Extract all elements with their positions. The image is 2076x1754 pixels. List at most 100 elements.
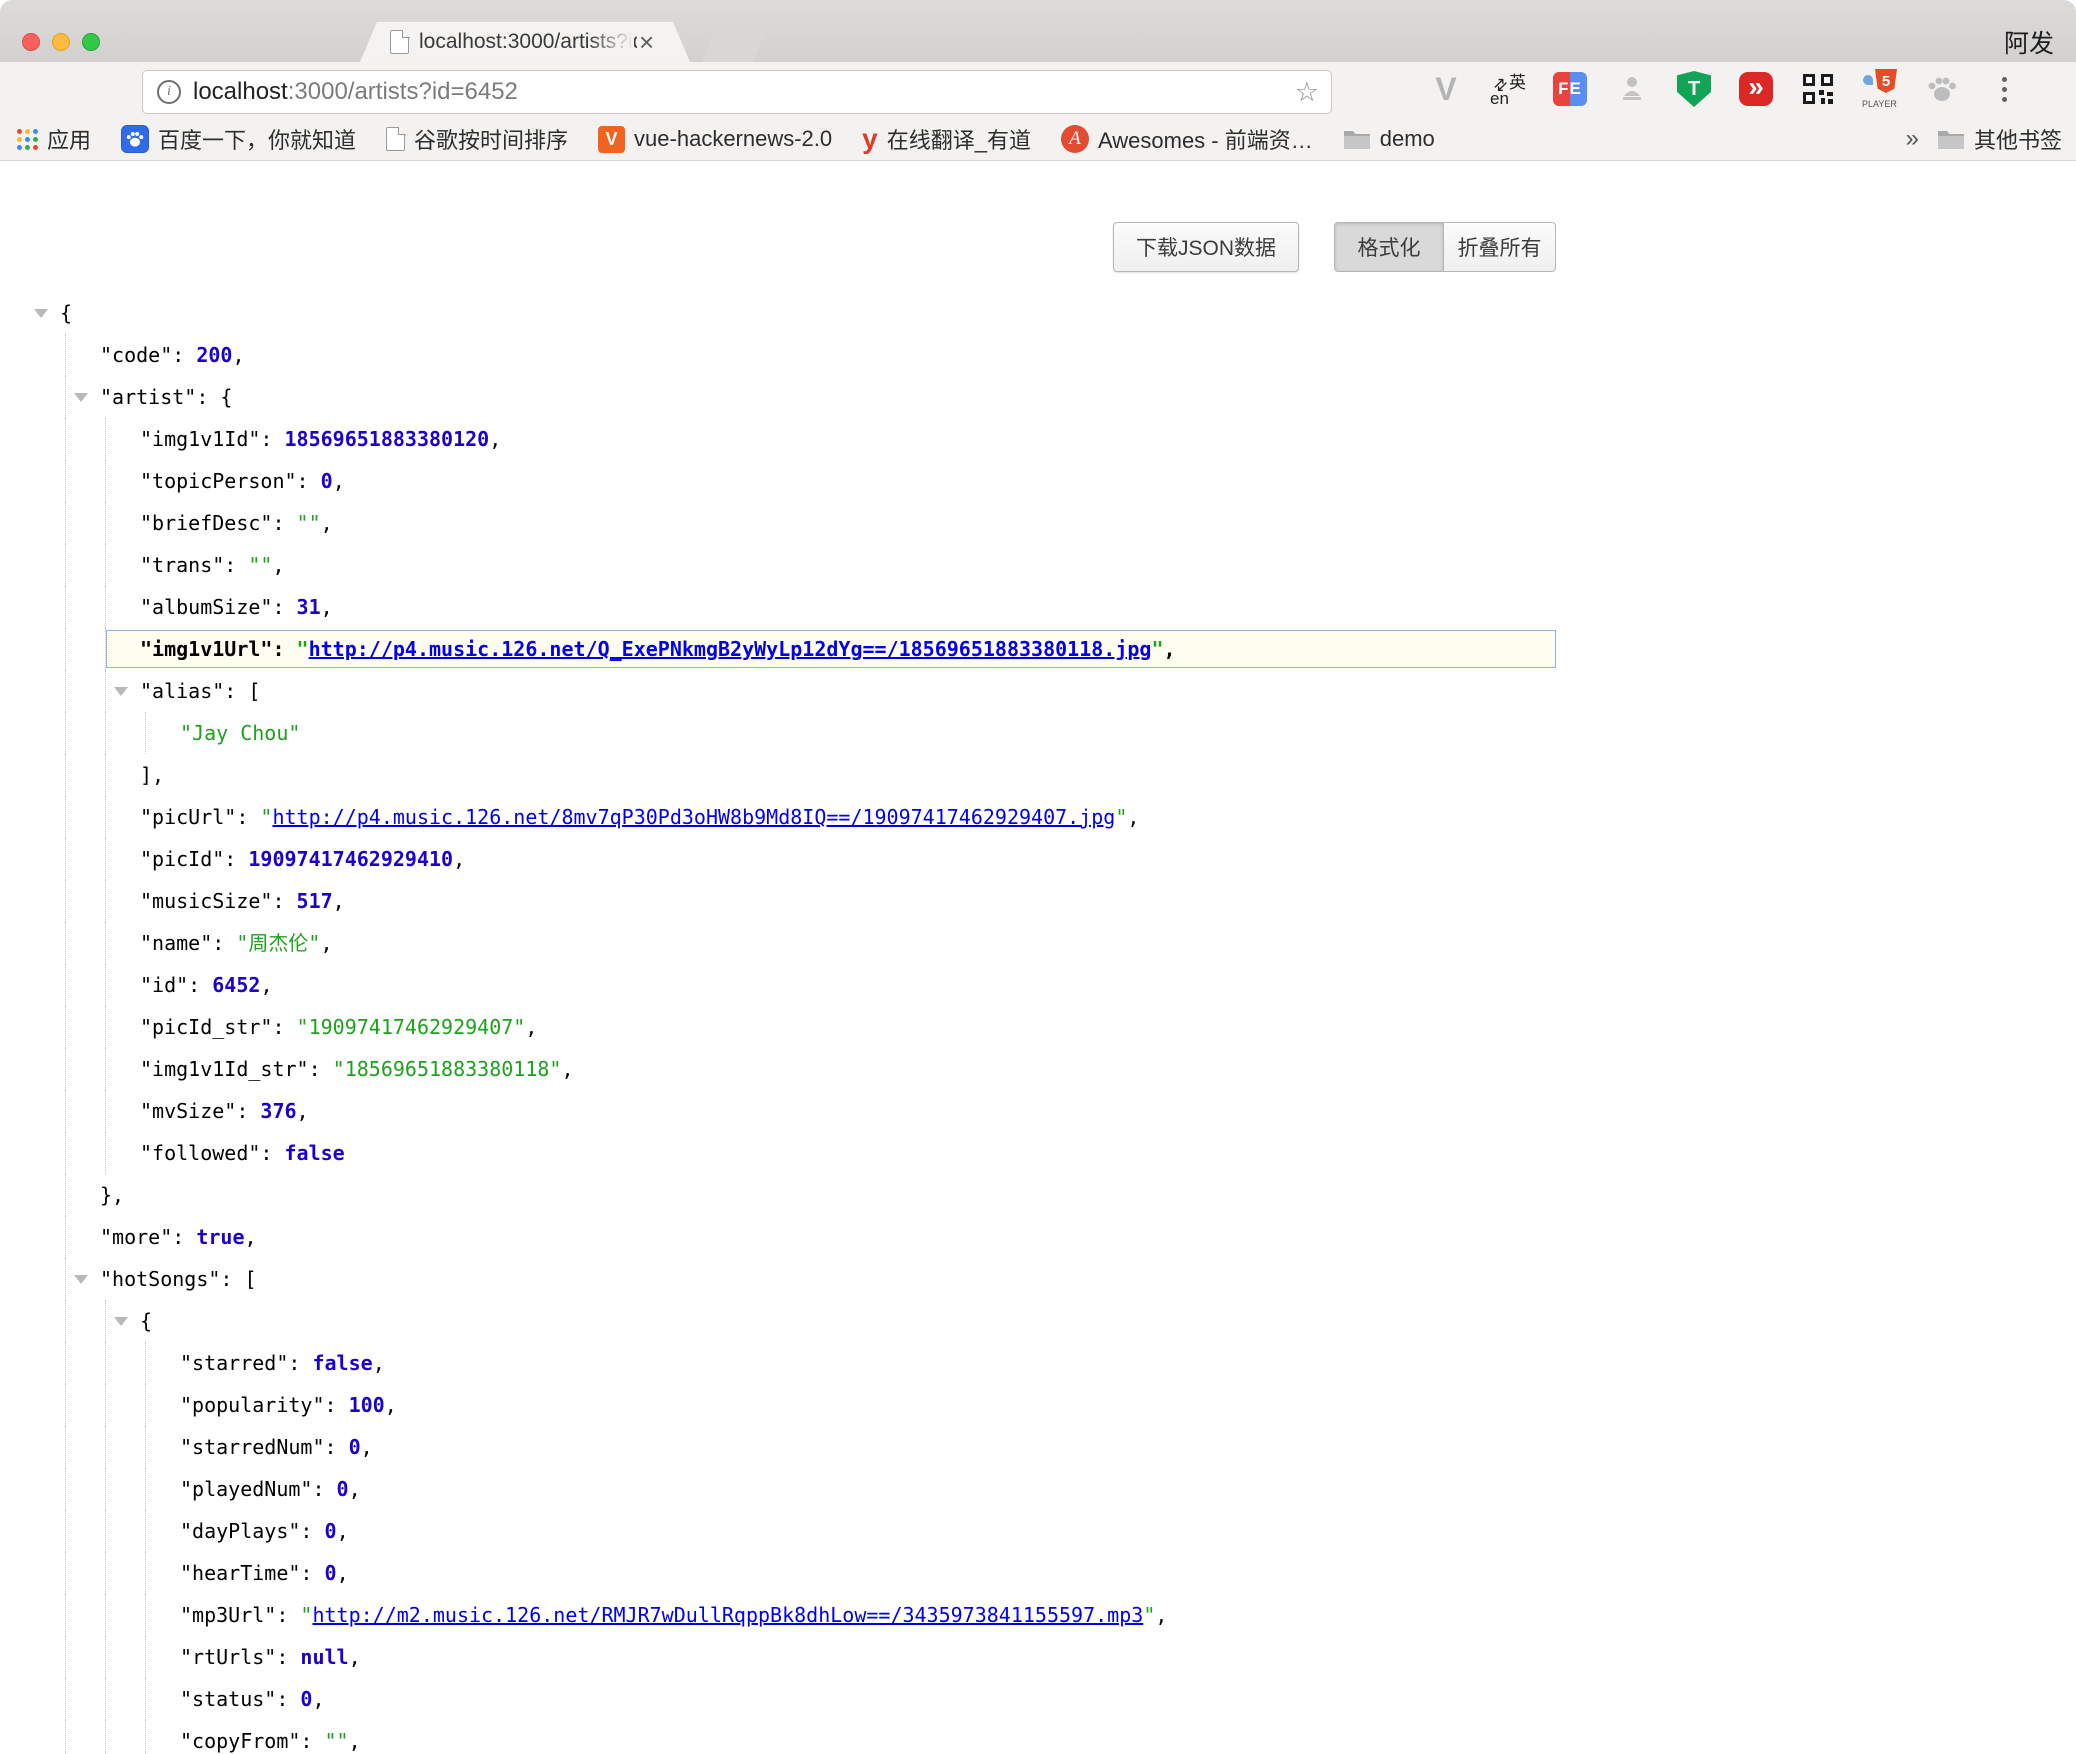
json-line: "picId": 19097417462929410, <box>0 838 2076 880</box>
profile-name[interactable]: 阿发 <box>2004 24 2054 60</box>
baidu-paw-icon <box>121 125 149 153</box>
vue-devtools-extension-icon[interactable]: V <box>1428 71 1464 107</box>
json-line: "picUrl": "http://p4.music.126.net/8mv7q… <box>0 796 2076 838</box>
json-line: "starredNum": 0, <box>0 1426 2076 1468</box>
bookmark-label: vue-hackernews-2.0 <box>634 126 832 152</box>
collapse-triangle-icon[interactable] <box>74 393 88 402</box>
json-view: {"code": 200,"artist": {"img1v1Id": 1856… <box>0 292 2076 1754</box>
close-window-button[interactable] <box>22 33 40 51</box>
html5-player-extension-icon[interactable]: 5 PLAYER <box>1862 71 1898 107</box>
bookmark-item[interactable]: 应用 <box>16 123 91 155</box>
json-line: "playedNum": 0, <box>0 1468 2076 1510</box>
bookmark-label: 应用 <box>47 123 91 155</box>
apps-grid-icon <box>16 128 38 150</box>
new-tab-button[interactable] <box>702 26 768 62</box>
video-speed-extension-icon[interactable]: » <box>1738 71 1774 107</box>
bookmark-item[interactable]: y 在线翻译_有道 <box>862 123 1031 155</box>
json-line: { <box>0 292 2076 334</box>
json-line: "musicSize": 517, <box>0 880 2076 922</box>
bookmark-label: 在线翻译_有道 <box>887 123 1031 155</box>
bookmark-star-icon[interactable]: ☆ <box>1295 77 1319 108</box>
browser-menu-icon[interactable] <box>1986 71 2022 107</box>
bookmark-item[interactable]: AAwesomes - 前端资… <box>1061 123 1313 155</box>
bookmark-item[interactable]: 百度一下，你就知道 <box>121 123 356 155</box>
page-info-icon[interactable]: i <box>157 80 181 104</box>
json-line: "mvSize": 376, <box>0 1090 2076 1132</box>
json-line: "name": "周杰伦", <box>0 922 2076 964</box>
page-favicon-icon <box>390 30 409 54</box>
json-line: ], <box>0 754 2076 796</box>
collapse-triangle-icon[interactable] <box>74 1275 88 1284</box>
json-line: "hearTime": 0, <box>0 1552 2076 1594</box>
bookmark-item[interactable]: 谷歌按时间排序 <box>386 123 568 155</box>
json-line: "Jay Chou" <box>0 712 2076 754</box>
fehelper-extension-icon[interactable]: FE <box>1552 71 1588 107</box>
json-line: "albumSize": 31, <box>0 586 2076 628</box>
collapse-triangle-icon[interactable] <box>114 687 128 696</box>
bookmarks-overflow-chevron[interactable]: » <box>1906 125 1919 153</box>
json-line: "code": 200, <box>0 334 2076 376</box>
bookmarks-right: » 其他书签 <box>1906 118 2062 160</box>
bookmark-item[interactable]: Vvue-hackernews-2.0 <box>598 126 832 153</box>
json-line: "followed": false <box>0 1132 2076 1174</box>
bookmarks-bar: 应用 百度一下，你就知道 谷歌按时间排序 Vvue-hackernews-2.0 y 在线… <box>0 118 2076 161</box>
json-line: "briefDesc": "", <box>0 502 2076 544</box>
other-bookmarks-label: 其他书签 <box>1974 123 2062 155</box>
bookmark-item[interactable]: demo <box>1343 126 1435 152</box>
json-line: "img1v1Id": 18569651883380120, <box>0 418 2076 460</box>
json-line: "copyFrom": "", <box>0 1720 2076 1754</box>
qr-code-extension-icon[interactable] <box>1800 71 1836 107</box>
json-line: "hotSongs": [ <box>0 1258 2076 1300</box>
json-line: "status": 0, <box>0 1678 2076 1720</box>
collapse-triangle-icon[interactable] <box>34 309 48 318</box>
json-line: "picId_str": "19097417462929407", <box>0 1006 2076 1048</box>
json-line: "img1v1Id_str": "18569651883380118", <box>0 1048 2076 1090</box>
json-line: "topicPerson": 0, <box>0 460 2076 502</box>
json-url-link[interactable]: http://p4.music.126.net/8mv7qP30Pd3oHW8b… <box>272 805 1115 829</box>
json-url-link[interactable]: http://m2.music.126.net/RMJR7wDullRqppBk… <box>312 1603 1143 1627</box>
paw-extension-icon[interactable] <box>1924 71 1960 107</box>
browser-tab[interactable]: localhost:3000/artists?id=645 × <box>360 22 690 62</box>
collapse-all-button[interactable]: 折叠所有 <box>1443 222 1556 272</box>
json-line: "more": true, <box>0 1216 2076 1258</box>
json-line: { <box>0 1300 2076 1342</box>
json-line: "popularity": 100, <box>0 1384 2076 1426</box>
other-bookmarks-folder[interactable]: 其他书签 <box>1937 123 2062 155</box>
json-line: "trans": "", <box>0 544 2076 586</box>
folder-icon <box>1937 128 1965 150</box>
json-line: "id": 6452, <box>0 964 2076 1006</box>
address-bar[interactable]: i localhost:3000/artists?id=6452 ☆ <box>142 70 1332 114</box>
extensions-row: V 英⇄en FE T » 5 PLAYER <box>1428 71 2022 107</box>
bookmark-label: Awesomes - 前端资… <box>1098 123 1313 155</box>
maximize-window-button[interactable] <box>82 33 100 51</box>
tab-title-fade <box>588 30 634 54</box>
minimize-window-button[interactable] <box>52 33 70 51</box>
json-line: "mp3Url": "http://m2.music.126.net/RMJR7… <box>0 1594 2076 1636</box>
json-line: "img1v1Url": "http://p4.music.126.net/Q_… <box>0 628 2076 670</box>
tampermonkey-extension-icon[interactable]: T <box>1676 71 1712 107</box>
json-line: "artist": { <box>0 376 2076 418</box>
json-line: "alias": [ <box>0 670 2076 712</box>
tab-close-icon[interactable]: × <box>639 32 654 52</box>
url-text[interactable]: localhost:3000/artists?id=6452 <box>193 78 518 106</box>
json-line: }, <box>0 1174 2076 1216</box>
translate-extension-icon[interactable]: 英⇄en <box>1490 71 1526 107</box>
json-url-link[interactable]: http://p4.music.126.net/Q_ExePNkmgB2yWyL… <box>309 637 1152 661</box>
folder-icon <box>1343 128 1371 150</box>
youdao-icon: y <box>862 126 878 152</box>
collapse-triangle-icon[interactable] <box>114 1317 128 1326</box>
json-line: "rtUrls": null, <box>0 1636 2076 1678</box>
document-icon <box>386 127 405 151</box>
title-bar: localhost:3000/artists?id=645 × 阿发 <box>0 0 2076 62</box>
vue-icon: V <box>598 126 625 153</box>
browser-window: localhost:3000/artists?id=645 × 阿发 ← → ⟳… <box>0 0 2076 1754</box>
bookmark-label: 百度一下，你就知道 <box>158 123 356 155</box>
json-line: "dayPlays": 0, <box>0 1510 2076 1552</box>
proxy-extension-icon[interactable] <box>1614 71 1650 107</box>
player-bird-icon <box>1863 75 1873 85</box>
download-json-button[interactable]: 下载JSON数据 <box>1113 222 1299 272</box>
bookmark-label: 谷歌按时间排序 <box>414 123 568 155</box>
format-button[interactable]: 格式化 <box>1334 222 1444 272</box>
json-line: "starred": false, <box>0 1342 2076 1384</box>
bookmark-label: demo <box>1380 126 1435 152</box>
